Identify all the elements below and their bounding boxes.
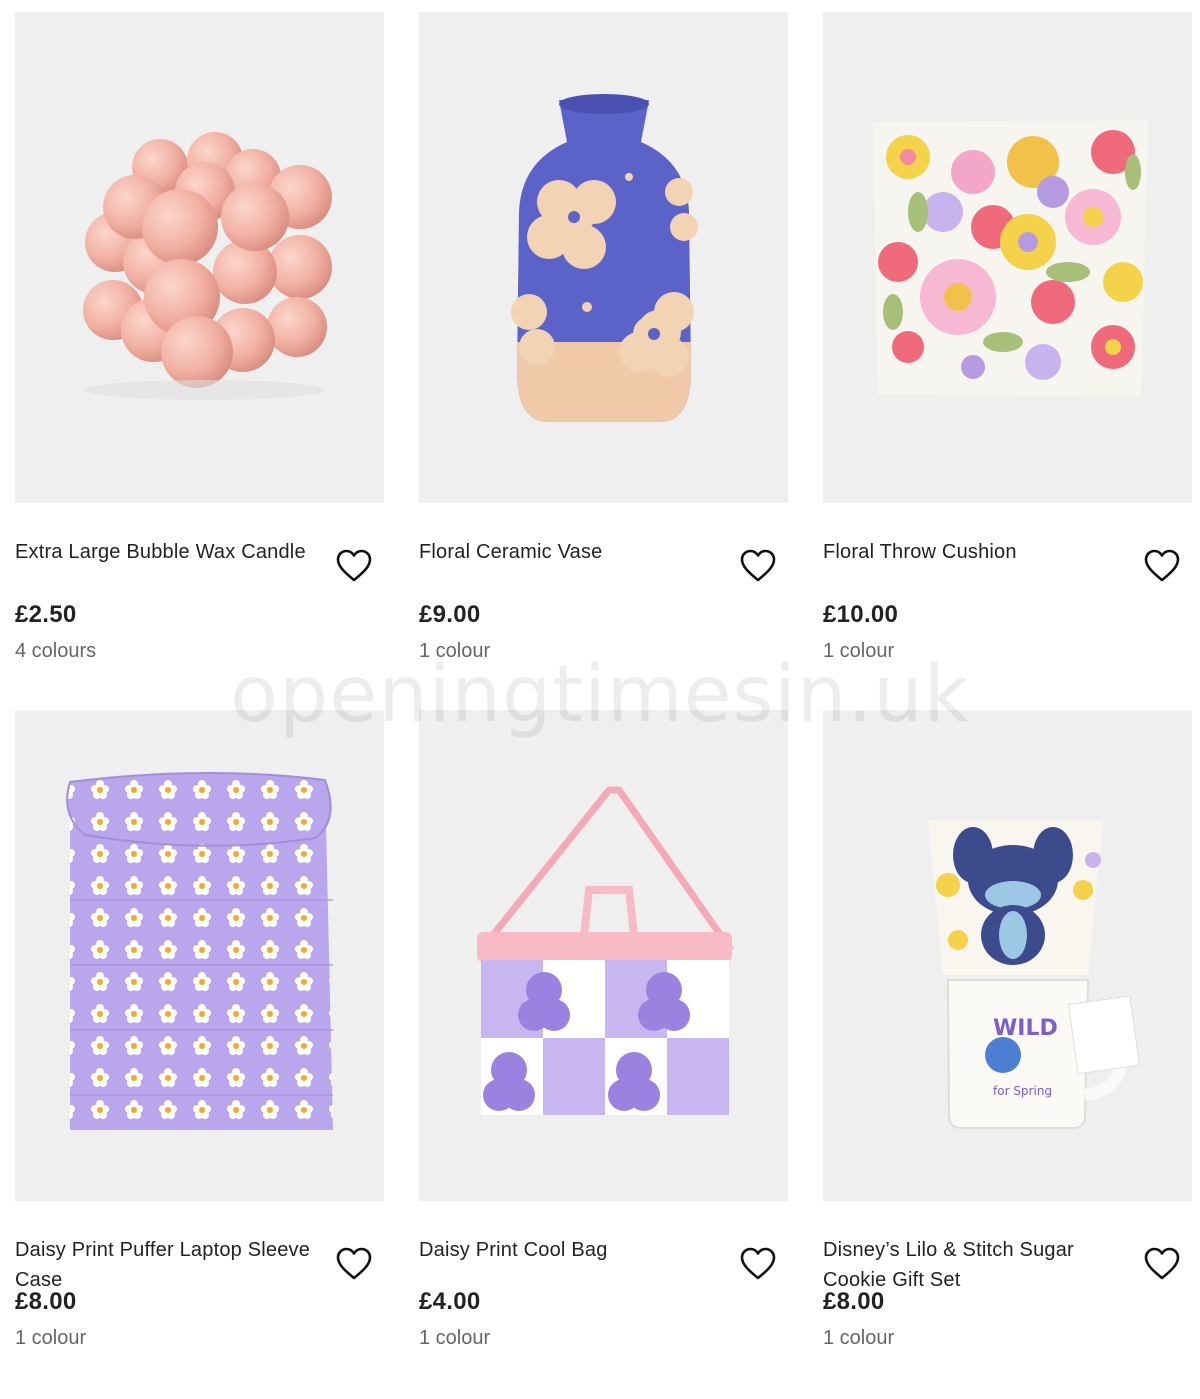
product-card[interactable]: Daisy Print Cool Bag £4.00 1 colour xyxy=(419,710,788,1349)
product-image[interactable]: WILD for Spring xyxy=(823,710,1192,1201)
floral-vase-image xyxy=(511,94,698,422)
product-colours[interactable]: 1 colour xyxy=(419,640,490,663)
product-image[interactable] xyxy=(419,12,788,503)
product-price: £8.00 xyxy=(823,1288,885,1315)
product-title[interactable]: Daisy Print Puffer Laptop Sleeve Case xyxy=(15,1235,325,1295)
product-title[interactable]: Floral Ceramic Vase xyxy=(419,537,729,567)
wishlist-heart-icon[interactable] xyxy=(1144,1247,1180,1281)
svg-text:for Spring: for Spring xyxy=(993,1084,1052,1098)
product-image[interactable] xyxy=(15,710,384,1201)
wishlist-heart-icon[interactable] xyxy=(336,549,372,583)
product-price: £10.00 xyxy=(823,601,899,628)
product-price: £9.00 xyxy=(419,601,481,628)
wishlist-heart-icon[interactable] xyxy=(740,549,776,583)
floral-cushion-image xyxy=(873,120,1148,397)
wishlist-heart-icon[interactable] xyxy=(1144,549,1180,583)
product-title[interactable]: Daisy Print Cool Bag xyxy=(419,1235,729,1265)
wishlist-heart-icon[interactable] xyxy=(740,1247,776,1281)
product-colours[interactable]: 4 colours xyxy=(15,640,96,663)
stitch-gift-set-image: WILD for Spring xyxy=(928,820,1141,1129)
product-card[interactable]: Daisy Print Puffer Laptop Sleeve Case £8… xyxy=(15,710,384,1349)
product-image[interactable] xyxy=(15,12,384,503)
product-colours[interactable]: 1 colour xyxy=(419,1327,490,1350)
product-colours[interactable]: 1 colour xyxy=(823,1327,894,1350)
wishlist-heart-icon[interactable] xyxy=(336,1247,372,1281)
laptop-sleeve-image xyxy=(66,771,333,1130)
cool-bag-image xyxy=(477,786,734,1115)
product-title[interactable]: Floral Throw Cushion xyxy=(823,537,1133,567)
bubble-candle-image xyxy=(83,132,332,400)
product-price: £4.00 xyxy=(419,1288,481,1315)
product-card[interactable]: Floral Throw Cushion £10.00 1 colour xyxy=(823,12,1192,662)
product-card[interactable]: WILD for Spring Disney’s Lilo & Stitch S… xyxy=(823,710,1192,1349)
product-price: £8.00 xyxy=(15,1288,77,1315)
product-card[interactable]: Floral Ceramic Vase £9.00 1 colour xyxy=(419,12,788,662)
product-title[interactable]: Extra Large Bubble Wax Candle xyxy=(15,537,325,567)
product-grid: Extra Large Bubble Wax Candle £2.50 4 co… xyxy=(0,0,1200,1399)
product-title[interactable]: Disney’s Lilo & Stitch Sugar Cookie Gift… xyxy=(823,1235,1133,1295)
product-price: £2.50 xyxy=(15,601,77,628)
product-colours[interactable]: 1 colour xyxy=(823,640,894,663)
product-card[interactable]: Extra Large Bubble Wax Candle £2.50 4 co… xyxy=(15,12,384,662)
product-image[interactable] xyxy=(823,12,1192,503)
product-image[interactable] xyxy=(419,710,788,1201)
product-colours[interactable]: 1 colour xyxy=(15,1327,86,1350)
